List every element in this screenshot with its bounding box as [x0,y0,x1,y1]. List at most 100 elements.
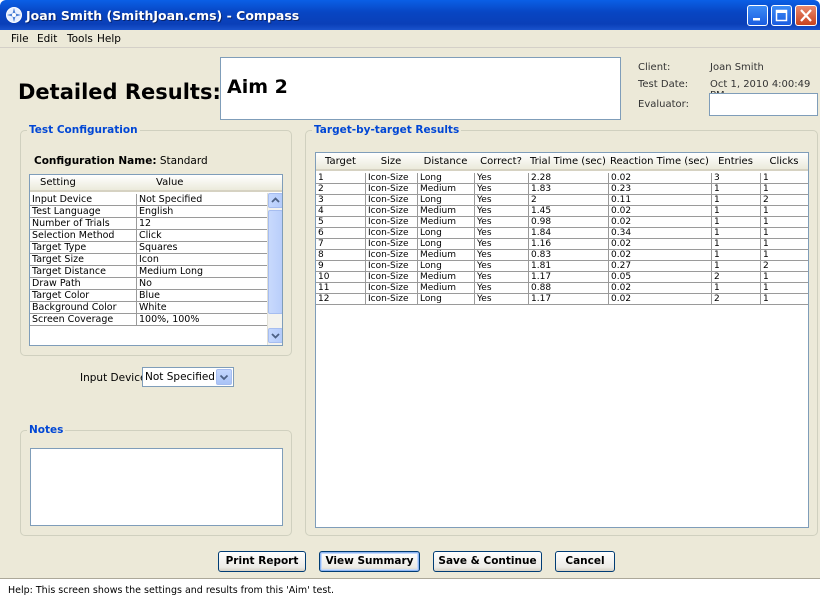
table-row[interactable]: 10 Icon-Size Medium Yes 1.17 0.05 2 1 [316,272,808,283]
maximize-button[interactable] [771,5,792,26]
scroll-thumb[interactable] [268,210,282,314]
results-legend: Target-by-target Results [314,124,460,136]
table-cell: Icon-Size [365,239,417,250]
table-cell: Long [417,294,474,305]
save-continue-button[interactable]: Save & Continue [433,551,542,572]
config-table[interactable]: Setting Value Input Device Not Specified T… [29,174,283,346]
config-value-cell: Icon [136,254,159,266]
config-value-cell: Squares [136,242,177,254]
table-cell: Medium [417,272,474,283]
table-row[interactable]: 7 Icon-Size Long Yes 1.16 0.02 1 1 [316,239,808,250]
table-cell: Yes [474,173,528,184]
config-setting-cell: Background Color [32,302,117,313]
table-cell: 0.02 [608,239,711,250]
evaluator-field[interactable] [709,93,818,116]
config-setting-cell: Target Color [32,290,90,301]
menu-file[interactable]: File [11,33,29,45]
table-cell: 1.45 [528,206,608,217]
config-row[interactable]: Input Device Not Specified [30,194,267,206]
status-bar: Help: This screen shows the settings and… [0,578,820,610]
config-row[interactable]: Selection Method Click [30,230,267,242]
column-header[interactable]: Trial Time (sec) [528,156,608,167]
cancel-button[interactable]: Cancel [555,551,615,572]
notes-textarea[interactable] [30,448,283,526]
scroll-down-icon [271,333,280,339]
config-row[interactable]: Screen Coverage 100%, 100% [30,314,267,326]
column-header[interactable]: Entries [711,156,760,167]
config-row[interactable]: Target Distance Medium Long [30,266,267,278]
column-header[interactable]: Reaction Time (sec) [608,156,711,167]
table-cell: 7 [318,239,324,249]
table-row[interactable]: 1 Icon-Size Long Yes 2.28 0.02 3 1 [316,173,808,184]
config-row[interactable]: Draw Path No [30,278,267,290]
menu-help[interactable]: Help [97,33,121,45]
column-header[interactable]: Clicks [760,156,808,167]
table-cell: 1.81 [528,261,608,272]
input-device-value: Not Specified [145,371,215,383]
table-cell: 9 [318,261,324,271]
table-row[interactable]: 2 Icon-Size Medium Yes 1.83 0.23 1 1 [316,184,808,195]
table-cell: Icon-Size [365,217,417,228]
column-header[interactable]: Correct? [474,156,528,167]
config-row[interactable]: Target Type Squares [30,242,267,254]
notes-legend: Notes [29,424,64,436]
table-cell: 1 [711,239,760,250]
table-cell: Yes [474,272,528,283]
test-config-legend: Test Configuration [29,124,138,136]
print-report-button[interactable]: Print Report [218,551,306,572]
results-table[interactable]: Target Size Distance Correct? Trial Time (se… [315,152,809,528]
table-row[interactable]: 11 Icon-Size Medium Yes 0.88 0.02 1 1 [316,283,808,294]
table-row[interactable]: 4 Icon-Size Medium Yes 1.45 0.02 1 1 [316,206,808,217]
minimize-icon [753,18,760,21]
config-row[interactable]: Target Color Blue [30,290,267,302]
table-cell: Medium [417,217,474,228]
scroll-up-button[interactable] [268,193,282,208]
table-cell: 0.02 [608,294,711,305]
config-name: Configuration Name: Standard [34,155,208,167]
input-device-label: Input Device: [80,372,150,384]
config-setting-cell: Screen Coverage [32,314,114,325]
config-row[interactable]: Test Language English [30,206,267,218]
menu-edit[interactable]: Edit [37,33,57,45]
table-cell: 1 [711,250,760,261]
config-row[interactable]: Target Size Icon [30,254,267,266]
table-row[interactable]: 5 Icon-Size Medium Yes 0.98 0.02 1 1 [316,217,808,228]
view-summary-button[interactable]: View Summary [319,551,420,572]
table-cell: Long [417,239,474,250]
table-row[interactable]: 8 Icon-Size Medium Yes 0.83 0.02 1 1 [316,250,808,261]
table-cell: 1 [711,217,760,228]
config-scrollbar[interactable] [267,193,282,345]
table-cell: Long [417,195,474,206]
dropdown-button[interactable] [216,369,232,385]
menu-tools[interactable]: Tools [67,33,93,45]
config-row[interactable]: Number of Trials 12 [30,218,267,230]
column-header[interactable]: Target [316,156,365,167]
table-cell: Yes [474,206,528,217]
config-name-label: Configuration Name: [34,155,157,167]
close-button[interactable] [795,5,817,26]
test-date-label: Test Date: [638,79,689,90]
table-row[interactable]: 3 Icon-Size Long Yes 2 0.11 1 2 [316,195,808,206]
table-cell: Yes [474,184,528,195]
table-cell: Icon-Size [365,272,417,283]
column-header-value[interactable]: Value [156,177,183,188]
table-cell: 1.84 [528,228,608,239]
input-device-select[interactable]: Not Specified [142,367,234,387]
scroll-up-icon [271,197,280,203]
table-cell: Medium [417,184,474,195]
column-header[interactable]: Distance [417,156,474,167]
minimize-button[interactable] [747,5,768,26]
table-row[interactable]: 12 Icon-Size Long Yes 1.17 0.02 2 1 [316,294,808,305]
table-cell: 0.27 [608,261,711,272]
table-cell: 1.83 [528,184,608,195]
table-cell: 0.02 [608,173,711,184]
title-bar[interactable]: Joan Smith (SmithJoan.cms) - Compass [0,0,820,30]
scroll-down-button[interactable] [268,328,282,343]
table-cell: 1.17 [528,272,608,283]
table-cell: 1 [760,184,808,195]
column-header[interactable]: Size [365,156,417,167]
table-row[interactable]: 6 Icon-Size Long Yes 1.84 0.34 1 1 [316,228,808,239]
column-header-setting[interactable]: Setting [40,177,76,188]
table-row[interactable]: 9 Icon-Size Long Yes 1.81 0.27 1 2 [316,261,808,272]
config-row[interactable]: Background Color White [30,302,267,314]
